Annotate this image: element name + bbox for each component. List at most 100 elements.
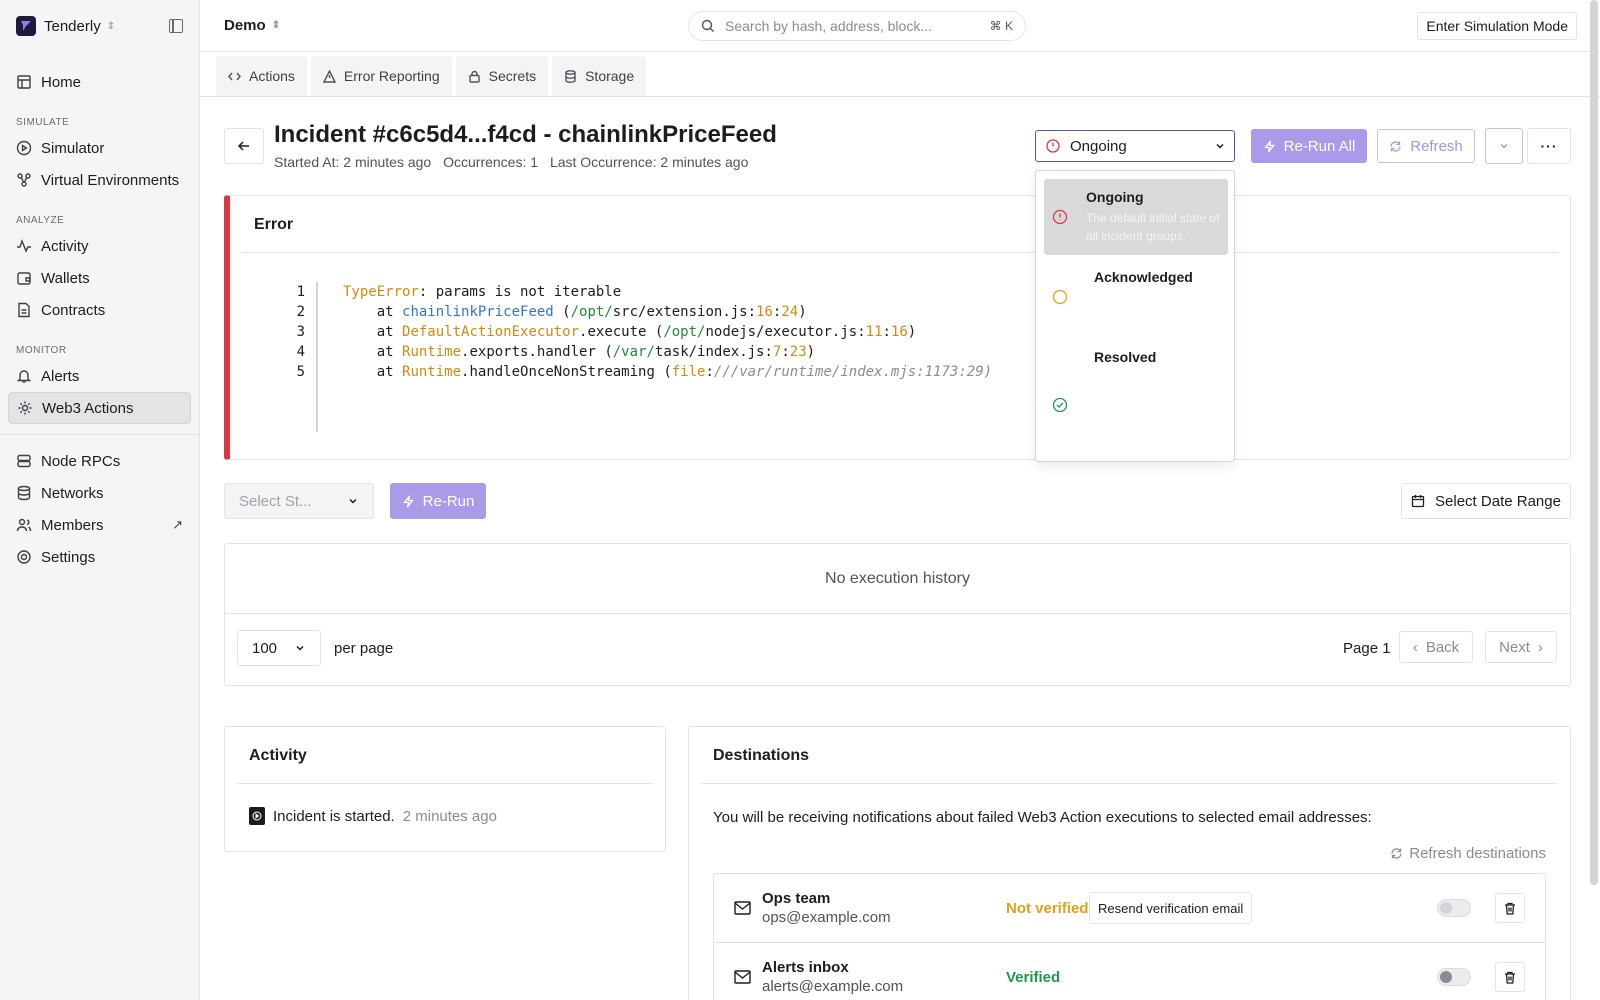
divider xyxy=(237,783,653,784)
next-label: Next xyxy=(1499,638,1530,656)
line-number: 5 xyxy=(296,364,305,380)
refresh-icon xyxy=(1390,140,1401,152)
refresh-label: Refresh xyxy=(1410,137,1463,155)
status-select-value: Ongoing xyxy=(1070,137,1127,155)
sidebar-toggle-icon[interactable] xyxy=(169,19,183,33)
project-switcher[interactable]: Demo ⇕ xyxy=(224,17,280,34)
sidebar-item-home[interactable]: Home xyxy=(8,66,191,98)
line-number: 4 xyxy=(296,344,305,360)
org-switcher[interactable]: Tenderly ⇕ xyxy=(0,0,199,52)
destination-toggle[interactable] xyxy=(1437,899,1471,917)
verification-status: Verified xyxy=(1006,968,1061,986)
status-option-resolved[interactable]: Resolved xyxy=(1044,339,1228,429)
refresh-options-button[interactable] xyxy=(1485,128,1523,164)
trash-icon xyxy=(1505,902,1515,915)
external-link-icon: ↗ xyxy=(172,517,183,532)
activity-time: 2 minutes ago xyxy=(402,807,497,825)
more-options-button[interactable]: ··· xyxy=(1527,128,1571,164)
tab-actions[interactable]: Actions xyxy=(216,56,307,96)
sidebar-item-alerts[interactable]: Alerts xyxy=(8,360,191,392)
refresh-button[interactable]: Refresh xyxy=(1377,129,1475,163)
play-icon xyxy=(249,807,265,825)
per-page-select[interactable]: 100 xyxy=(237,630,321,666)
refresh-destinations-label: Refresh destinations xyxy=(1409,845,1546,862)
sidebar-item-virtual-environments[interactable]: Virtual Environments xyxy=(8,164,191,196)
tab-label: Secrets xyxy=(488,68,537,84)
refresh-destinations-button[interactable]: Refresh destinations xyxy=(1390,845,1546,862)
refresh-icon xyxy=(1391,848,1402,859)
sidebar-divider xyxy=(0,434,199,435)
tab-error-reporting[interactable]: Error Reporting xyxy=(310,56,452,96)
stack-trace: 1 TypeError: params is not iterable 2 at … xyxy=(290,282,993,382)
sidebar-item-contracts[interactable]: Contracts xyxy=(8,294,191,326)
project-name: Demo xyxy=(224,17,266,34)
sidebar-item-label: Virtual Environments xyxy=(41,171,180,189)
code-icon xyxy=(228,70,241,83)
line-number: 2 xyxy=(296,304,305,320)
tab-secrets[interactable]: Secrets xyxy=(455,56,549,96)
sidebar-item-label: Alerts xyxy=(41,367,80,385)
sidebar-item-node-rpcs[interactable]: Node RPCs xyxy=(8,445,191,477)
date-range-button[interactable]: Select Date Range xyxy=(1401,483,1571,519)
activity-title: Activity xyxy=(249,747,307,764)
code-line: 3 at DefaultActionExecutor.execute (/opt… xyxy=(290,322,992,342)
users-icon xyxy=(16,517,32,533)
sidebar-item-members[interactable]: Members ↗ xyxy=(8,509,191,541)
status-filter-select[interactable]: Select St... xyxy=(224,483,374,519)
tab-storage[interactable]: Storage xyxy=(552,56,647,96)
sidebar-item-label: Home xyxy=(41,73,82,91)
tab-label: Error Reporting xyxy=(343,68,440,84)
rerun-button[interactable]: Re-Run xyxy=(390,483,486,519)
status-select[interactable]: Ongoing xyxy=(1035,130,1235,162)
status-option-ongoing[interactable]: Ongoing The default initial state of all… xyxy=(1044,179,1228,255)
delete-button[interactable] xyxy=(1495,962,1525,992)
file-icon xyxy=(16,302,32,318)
alert-circle-icon xyxy=(1046,139,1060,153)
database-icon xyxy=(16,485,32,501)
warning-icon xyxy=(322,69,336,83)
status-dropdown-menu: Ongoing The default initial state of all… xyxy=(1035,170,1235,462)
status-option-acknowledged[interactable]: Acknowledged xyxy=(1044,259,1228,335)
bolt-icon xyxy=(402,495,414,507)
sidebar-item-networks[interactable]: Networks xyxy=(8,477,191,509)
rerun-all-button[interactable]: Re-Run All xyxy=(1251,129,1367,163)
mail-icon xyxy=(734,970,752,984)
verification-status: Not verified xyxy=(1006,899,1089,917)
sidebar-item-simulator[interactable]: Simulator xyxy=(8,132,191,164)
sidebar-item-label: Node RPCs xyxy=(41,452,121,470)
back-button[interactable] xyxy=(224,128,264,164)
sidebar-item-label: Activity xyxy=(41,237,89,255)
pagination-next-button[interactable]: Next › xyxy=(1485,631,1557,663)
chevron-down-icon xyxy=(349,498,357,504)
resend-verification-button[interactable]: Resend verification email xyxy=(1089,892,1253,924)
divider xyxy=(701,783,1558,784)
chevron-down-icon xyxy=(1500,143,1508,149)
sidebar-section-title: SIMULATE xyxy=(16,117,70,128)
rerun-label: Re-Run xyxy=(422,492,475,510)
destinations-title: Destinations xyxy=(713,747,810,764)
org-name: Tenderly xyxy=(44,17,101,35)
code-line: 4 at Runtime.exports.handler (/var/task/… xyxy=(290,342,992,362)
search-input[interactable]: Search by hash, address, block... ⌘ K xyxy=(688,11,1026,41)
sidebar-item-wallets[interactable]: Wallets xyxy=(8,262,191,294)
sidebar-item-settings[interactable]: Settings xyxy=(8,541,191,573)
pagination-back-button[interactable]: ‹ Back xyxy=(1399,631,1473,663)
destination-toggle[interactable] xyxy=(1437,968,1471,986)
sidebar-item-activity[interactable]: Activity xyxy=(8,230,191,262)
status-option-title: Acknowledged xyxy=(1094,269,1193,285)
sidebar-section-title: ANALYZE xyxy=(16,215,65,226)
delete-button[interactable] xyxy=(1495,893,1525,923)
per-page-value: 100 xyxy=(252,639,278,657)
search-placeholder: Search by hash, address, block... xyxy=(725,18,932,34)
sidebar-section-title: MONITOR xyxy=(16,345,67,356)
sidebar-item-label: Settings xyxy=(41,548,96,566)
sidebar-item-web3-actions[interactable]: Web3 Actions xyxy=(8,392,191,424)
arrow-left-icon xyxy=(237,141,249,151)
page-scrollbar[interactable] xyxy=(1590,0,1598,885)
destination-list: Ops team ops@example.com Not verified Re… xyxy=(713,873,1546,1000)
chevron-updown-icon: ⇕ xyxy=(106,20,116,32)
sidebar: Tenderly ⇕ Home SIMULATE Simulator Virtu… xyxy=(0,0,200,1000)
bell-icon xyxy=(16,368,32,384)
enter-simulation-button[interactable]: Enter Simulation Mode xyxy=(1417,12,1577,40)
bolt-icon xyxy=(1263,140,1275,152)
